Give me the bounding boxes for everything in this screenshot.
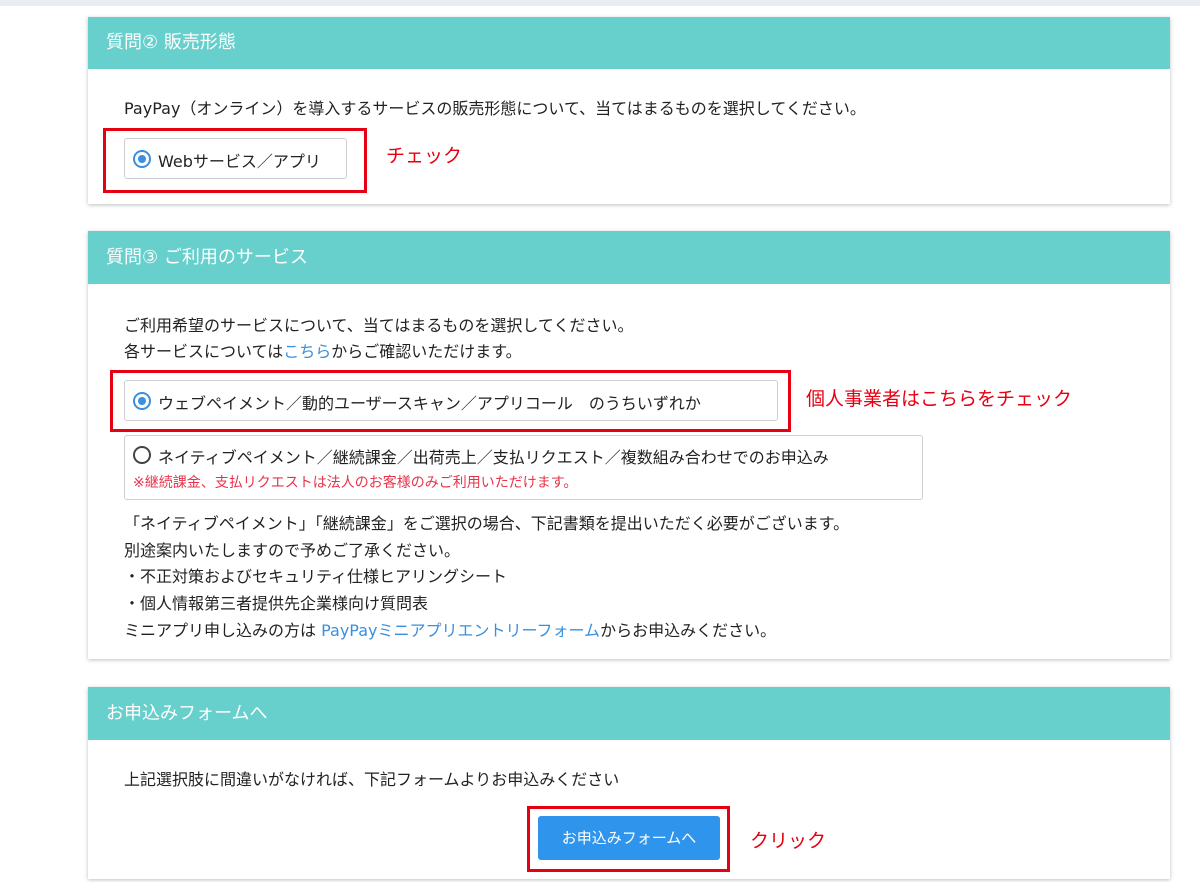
option-native-payment-note: ※継続課金、支払リクエストは法人のお客様のみご利用いただけます。 <box>133 475 578 491</box>
document-item-2: ・個人情報第三者提供先企業様向け質問表 <box>124 594 429 613</box>
question-3-info-line2: 別途案内いたしますので予めご了承ください。 <box>124 541 461 560</box>
highlight-box-q2 <box>103 128 367 193</box>
apply-header: お申込みフォームへ <box>88 687 1170 740</box>
document-item-1: ・不正対策およびセキュリティ仕様ヒアリングシート <box>124 567 508 586</box>
mini-app-prefix: ミニアプリ申し込みの方は <box>124 621 322 640</box>
apply-description: 上記選択肢に間違いがなければ、下記フォームよりお申込みください <box>124 770 620 789</box>
question-3-info-line1: 「ネイティブペイメント」「継続課金」をご選択の場合、下記書類を提出いただく必要が… <box>124 514 850 533</box>
highlight-box-q3 <box>110 370 791 432</box>
services-link[interactable]: こちら <box>283 342 331 361</box>
annotation-sole-proprietor: 個人事業者はこちらをチェック <box>806 388 1073 410</box>
option-native-payment-label: ネイティブペイメント／継続課金／出荷売上／支払リクエスト／複数組み合わせでのお申… <box>158 448 829 467</box>
question-3-intro-line1: ご利用希望のサービスについて、当てはまるものを選択してください。 <box>124 316 634 335</box>
intro-line2-suffix: からご確認いただけます。 <box>331 342 522 361</box>
intro-line2-prefix: 各サービスについては <box>124 342 284 361</box>
question-3-intro-line2: 各サービスについてはこちらからご確認いただけます。 <box>124 338 522 362</box>
question-2-header: 質問② 販売形態 <box>88 17 1170 69</box>
mini-app-line: ミニアプリ申し込みの方は PayPayミニアプリエントリーフォームからお申込みく… <box>124 617 776 641</box>
mini-app-suffix: からお申込みください。 <box>600 621 777 640</box>
question-2-description: PayPay（オンライン）を導入するサービスの販売形態について、当てはまるものを… <box>124 99 866 118</box>
browser-top-strip <box>0 0 1200 6</box>
radio-unchecked-icon[interactable] <box>133 446 151 464</box>
annotation-check: チェック <box>386 145 463 167</box>
mini-app-entry-link[interactable]: PayPayミニアプリエントリーフォーム <box>321 621 600 640</box>
question-3-header: 質問③ ご利用のサービス <box>88 231 1170 284</box>
highlight-box-button <box>527 806 730 872</box>
annotation-click: クリック <box>750 830 827 852</box>
option-native-payment[interactable]: ネイティブペイメント／継続課金／出荷売上／支払リクエスト／複数組み合わせでのお申… <box>124 435 923 500</box>
